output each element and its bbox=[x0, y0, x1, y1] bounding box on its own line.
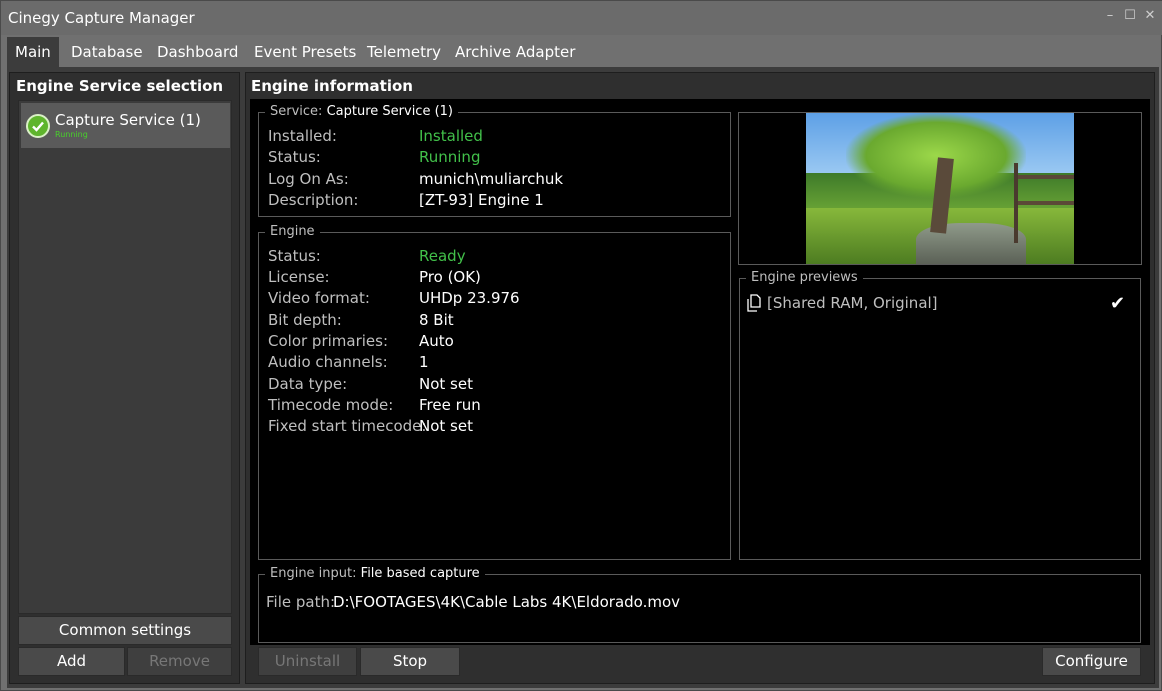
data-type-label: Data type: bbox=[268, 375, 348, 393]
service-list-item[interactable]: Capture Service (1) Running bbox=[21, 103, 230, 148]
color-primaries-label: Color primaries: bbox=[268, 332, 389, 350]
bit-depth-label: Bit depth: bbox=[268, 311, 342, 329]
description-value: [ZT-93] Engine 1 bbox=[419, 191, 544, 209]
common-settings-button[interactable]: Common settings bbox=[18, 616, 232, 645]
engine-input-value: File based capture bbox=[360, 566, 480, 581]
license-label: License: bbox=[268, 268, 330, 286]
configure-button[interactable]: Configure bbox=[1042, 647, 1141, 676]
data-type-value: Not set bbox=[419, 375, 473, 393]
service-status-value: Running bbox=[419, 148, 481, 166]
logon-value: munich\muliarchuk bbox=[419, 170, 564, 188]
app-window: Cinegy Capture Manager – ☐ ✕ Main Databa… bbox=[0, 0, 1162, 691]
preview-item-label: [Shared RAM, Original] bbox=[767, 294, 938, 312]
minimize-icon[interactable]: – bbox=[1102, 8, 1118, 23]
timecode-mode-label: Timecode mode: bbox=[268, 396, 394, 414]
tab-main[interactable]: Main bbox=[7, 37, 59, 67]
logon-label: Log On As: bbox=[268, 170, 349, 188]
engine-input-caption: Engine input: bbox=[270, 566, 357, 581]
video-format-label: Video format: bbox=[268, 289, 370, 307]
tab-event-presets[interactable]: Event Presets bbox=[246, 37, 364, 67]
engine-information-title: Engine information bbox=[251, 77, 413, 95]
engine-input-label: Engine input: File based capture bbox=[265, 566, 485, 581]
remove-button[interactable]: Remove bbox=[127, 647, 232, 676]
preview-image bbox=[806, 113, 1074, 264]
close-icon[interactable]: ✕ bbox=[1142, 8, 1158, 23]
tab-database[interactable]: Database bbox=[63, 37, 151, 67]
preview-fence-rail-bottom bbox=[1018, 201, 1074, 205]
audio-channels-value: 1 bbox=[419, 353, 429, 371]
window-title: Cinegy Capture Manager bbox=[8, 9, 195, 27]
service-list bbox=[18, 100, 232, 614]
color-primaries-value: Auto bbox=[419, 332, 454, 350]
audio-channels-label: Audio channels: bbox=[268, 353, 388, 371]
tab-dashboard[interactable]: Dashboard bbox=[149, 37, 246, 67]
bit-depth-value: 8 Bit bbox=[419, 311, 454, 329]
service-group-label: Service: Capture Service (1) bbox=[265, 104, 458, 119]
description-label: Description: bbox=[268, 191, 359, 209]
service-status-label: Status: bbox=[268, 148, 321, 166]
service-group-caption: Service: bbox=[270, 104, 323, 119]
add-button[interactable]: Add bbox=[18, 647, 125, 676]
title-bar: Cinegy Capture Manager – ☐ ✕ bbox=[1, 1, 1162, 35]
engine-previews-groupbox bbox=[739, 278, 1141, 560]
tab-telemetry[interactable]: Telemetry bbox=[359, 37, 449, 67]
service-name: Capture Service (1) bbox=[55, 111, 201, 129]
check-circle-icon bbox=[26, 114, 50, 138]
stop-button[interactable]: Stop bbox=[360, 647, 460, 676]
fixed-start-timecode-value: Not set bbox=[419, 417, 473, 435]
installed-label: Installed: bbox=[268, 127, 337, 145]
checkmark-icon[interactable]: ✔ bbox=[1110, 293, 1125, 314]
tab-archive-adapter[interactable]: Archive Adapter bbox=[447, 37, 583, 67]
engine-group-label: Engine bbox=[265, 224, 320, 239]
document-copy-icon bbox=[747, 294, 761, 312]
service-status: Running bbox=[55, 130, 88, 139]
maximize-icon[interactable]: ☐ bbox=[1122, 8, 1138, 23]
installed-value: Installed bbox=[419, 127, 483, 145]
fixed-start-timecode-label: Fixed start timecode: bbox=[268, 417, 427, 435]
timecode-mode-value: Free run bbox=[419, 396, 481, 414]
video-format-value: UHDp 23.976 bbox=[419, 289, 520, 307]
uninstall-button[interactable]: Uninstall bbox=[258, 647, 357, 676]
file-path-label: File path: bbox=[266, 593, 336, 611]
engine-status-label: Status: bbox=[268, 247, 321, 265]
engine-previews-label: Engine previews bbox=[746, 270, 863, 285]
service-group-value: Capture Service (1) bbox=[326, 104, 453, 119]
file-path-value[interactable]: D:\FOOTAGES\4K\Cable Labs 4K\Eldorado.mo… bbox=[333, 593, 680, 611]
engine-status-value: Ready bbox=[419, 247, 466, 265]
engine-service-title: Engine Service selection bbox=[16, 77, 224, 95]
preview-fence-rail-top bbox=[1018, 175, 1074, 179]
license-value: Pro (OK) bbox=[419, 268, 481, 286]
